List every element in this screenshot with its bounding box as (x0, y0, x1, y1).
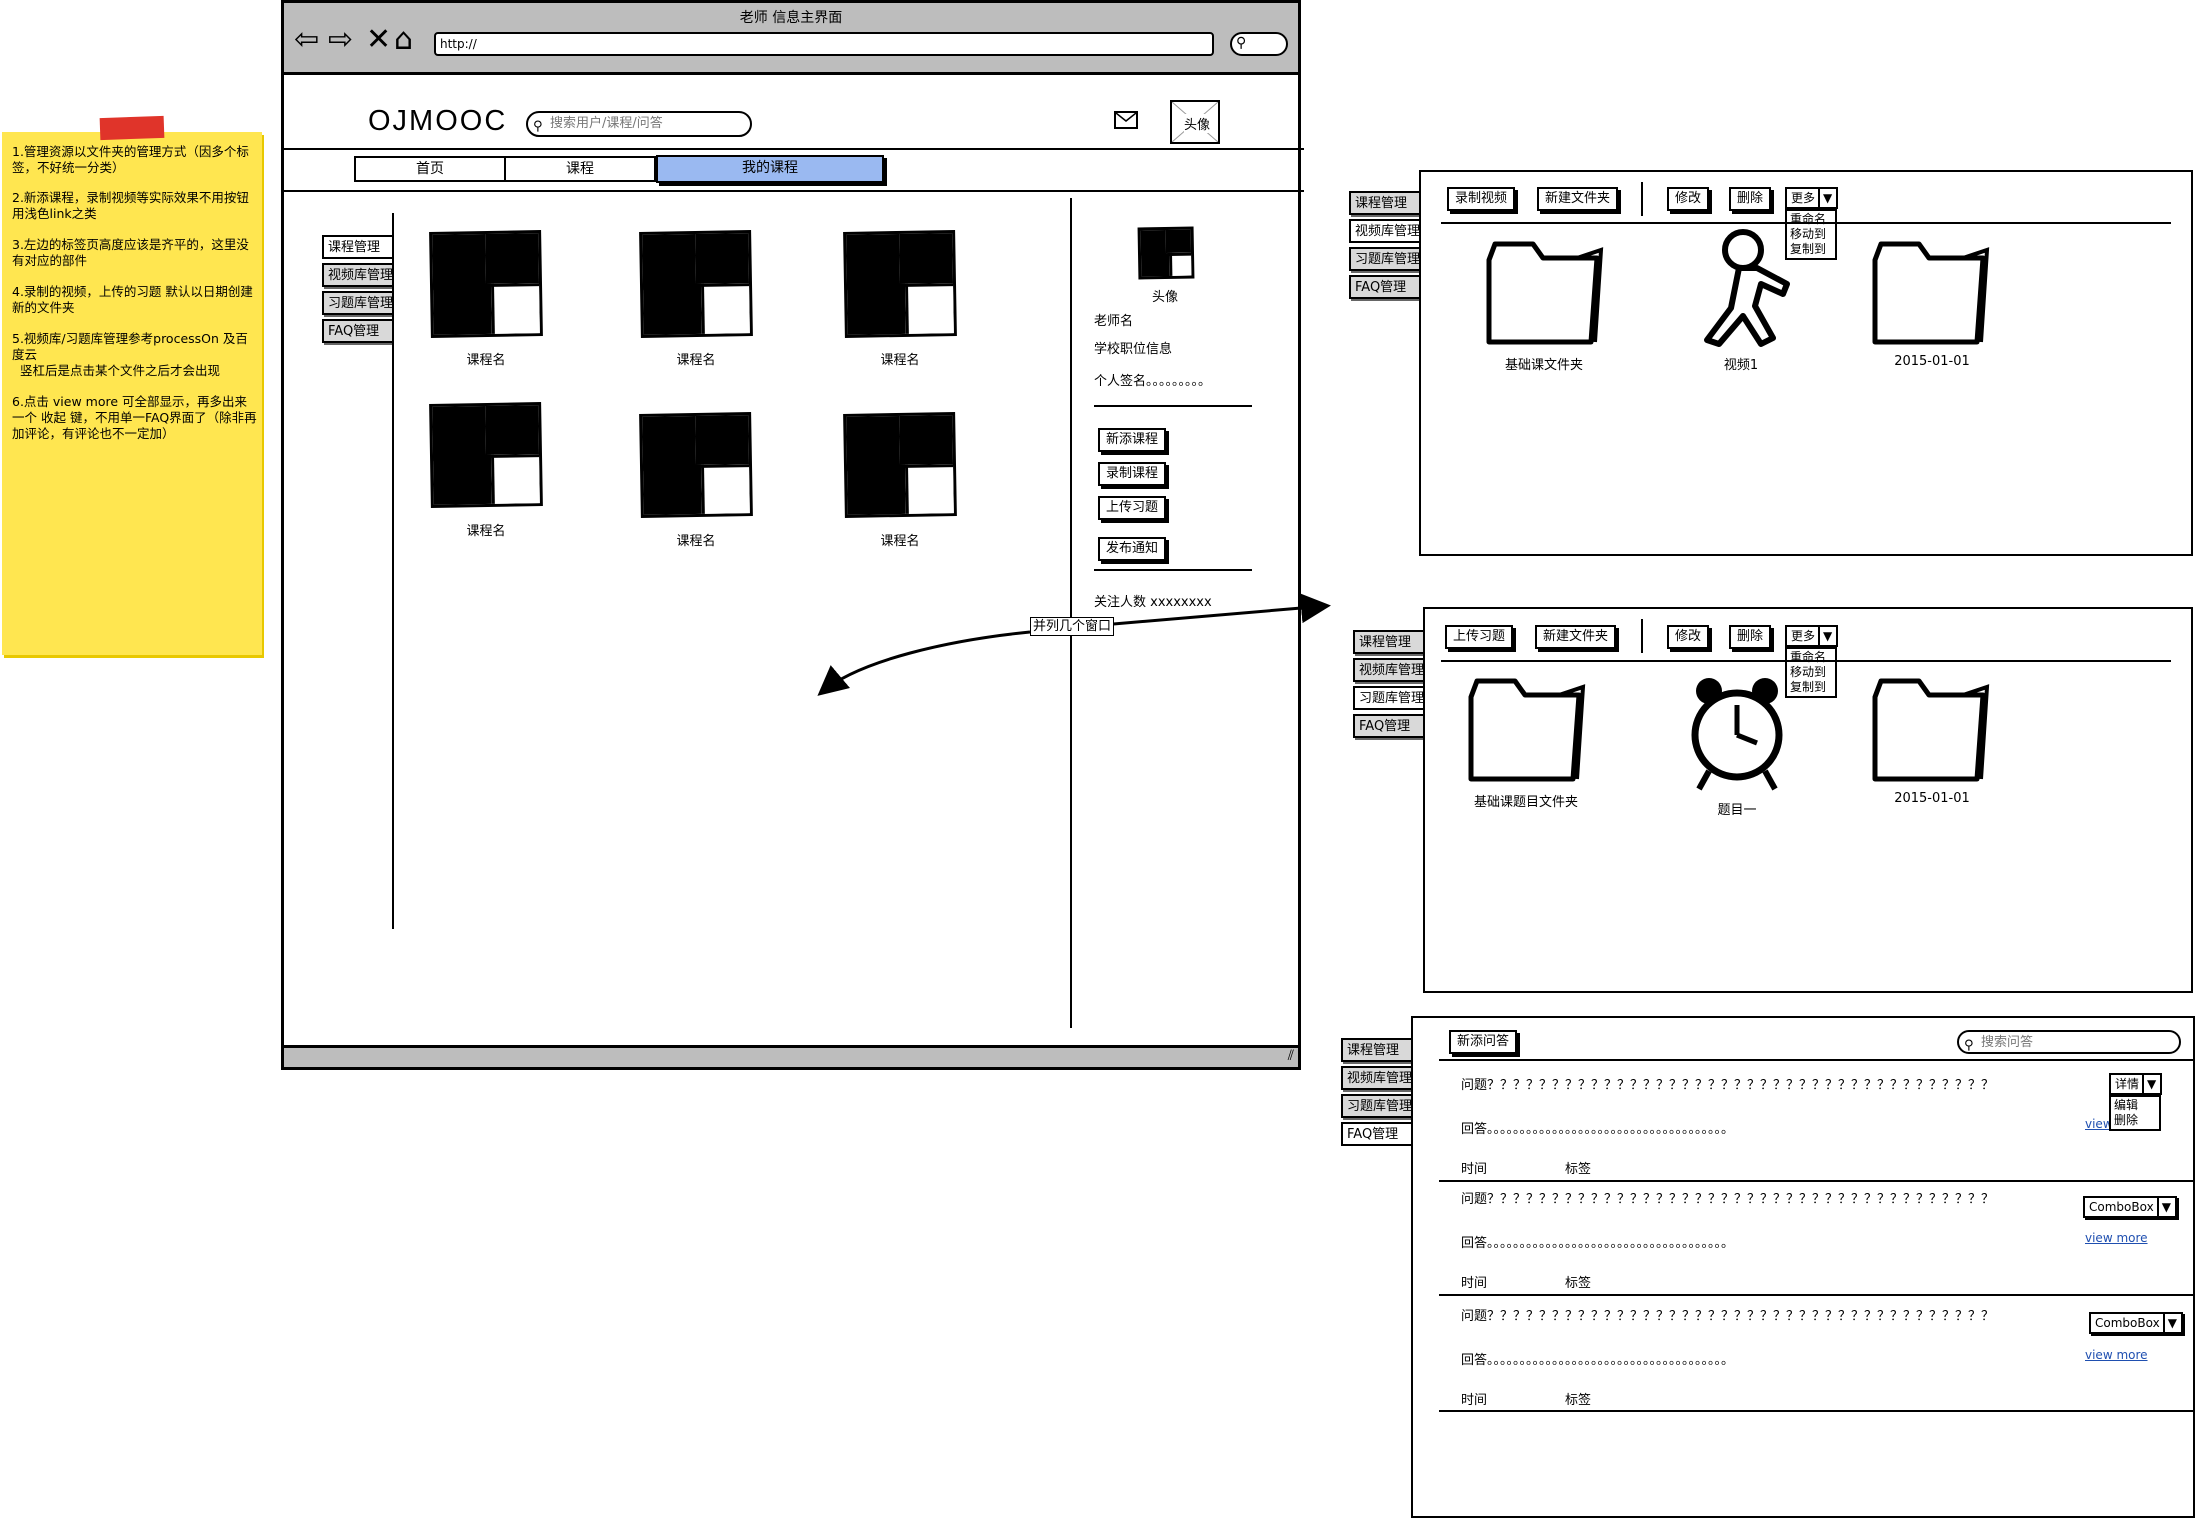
menu-rename[interactable]: 重命名 (1790, 212, 1832, 227)
delete-button[interactable]: 删除 (1729, 625, 1772, 649)
menu-delete[interactable]: 删除 (2114, 1113, 2156, 1128)
more-dropdown[interactable]: 更多 ▼ (1785, 625, 1839, 647)
faq-panel-tab-faq[interactable]: FAQ管理 (1341, 1122, 1413, 1146)
delete-button[interactable]: 删除 (1729, 187, 1772, 211)
edit-button[interactable]: 修改 (1667, 187, 1710, 211)
more-dropdown[interactable]: 更多 ▼ (1785, 187, 1839, 209)
faq-time: 时间 (1461, 1162, 1488, 1177)
faq-entry-divider (1439, 1180, 2195, 1182)
more-label: 更多 (1791, 629, 1816, 643)
item-label[interactable]: 2015-01-01 (1857, 791, 2007, 806)
faq-tag: 标签 (1565, 1276, 1592, 1291)
add-faq-button[interactable]: 新添问答 (1449, 1030, 1518, 1054)
edit-button[interactable]: 修改 (1667, 625, 1710, 649)
exercise-panel-tab-faq[interactable]: FAQ管理 (1353, 714, 1425, 738)
menu-copy-to[interactable]: 复制到 (1790, 680, 1832, 695)
folder-icon[interactable] (1867, 238, 1991, 346)
detail-dropdown[interactable]: 详情 ▼ (2109, 1073, 2163, 1095)
dropdown-arrow-icon: ▼ (2162, 1314, 2177, 1332)
faq-time: 时间 (1461, 1276, 1488, 1291)
video-panel-tab-exercise[interactable]: 习题库管理 (1349, 247, 1421, 271)
video-panel-tab-course[interactable]: 课程管理 (1349, 191, 1421, 215)
video-library-panel: 录制视频 新建文件夹 修改 删除 更多 ▼ 重命名 移动到 复制到 基础课文件夹 … (1419, 170, 2193, 556)
video-panel-tab-video[interactable]: 视频库管理 (1349, 219, 1421, 243)
arrow-label: 并列几个窗口 (1030, 617, 1115, 636)
faq-question: 问题？？？？？？？？？？？？？？？？？？？？？？？？？？？？？？？？？？？？？？… (1461, 1192, 1995, 1207)
more-label: 更多 (1791, 191, 1816, 205)
view-more-link[interactable]: view more (2085, 1348, 2148, 1362)
faq-panel: 新添问答 ⚲ 搜索问答 问题？？？？？？？？？？？？？？？？？？？？？？？？？？… (1411, 1016, 2195, 1518)
detail-label: 详情 (2115, 1077, 2140, 1091)
toolbar-underline (1441, 660, 2171, 662)
new-folder-button[interactable]: 新建文件夹 (1535, 625, 1617, 649)
menu-move-to[interactable]: 移动到 (1790, 227, 1832, 242)
item-label[interactable]: 基础课题目文件夹 (1451, 791, 1601, 810)
menu-copy-to[interactable]: 复制到 (1790, 242, 1832, 257)
menu-edit[interactable]: 编辑 (2114, 1098, 2156, 1113)
alarm-clock-icon[interactable] (1687, 673, 1787, 795)
folder-icon[interactable] (1481, 238, 1605, 346)
toolbar-underline (1441, 222, 2171, 224)
dropdown-arrow-icon: ▼ (2156, 1198, 2171, 1216)
combobox-label: ComboBox (2089, 1200, 2154, 1214)
item-label[interactable]: 题目一 (1677, 799, 1797, 818)
faq-search-input[interactable]: ⚲ 搜索问答 (1957, 1030, 2181, 1054)
menu-rename[interactable]: 重命名 (1790, 650, 1832, 665)
video-panel-tab-faq[interactable]: FAQ管理 (1349, 275, 1421, 299)
exercise-panel-tab-video[interactable]: 视频库管理 (1353, 658, 1425, 682)
item-label[interactable]: 基础课文件夹 (1469, 354, 1619, 373)
faq-tag: 标签 (1565, 1393, 1592, 1408)
combobox-label: ComboBox (2095, 1316, 2160, 1330)
dropdown-arrow-icon: ▼ (2142, 1075, 2156, 1093)
faq-entry-divider (1439, 1294, 2195, 1296)
exercise-panel-tab-course[interactable]: 课程管理 (1353, 630, 1425, 654)
combobox[interactable]: ComboBox ▼ (2089, 1312, 2183, 1334)
faq-entry-divider (1439, 1410, 2195, 1412)
dropdown-arrow-icon: ▼ (1818, 189, 1832, 207)
folder-icon[interactable] (1867, 675, 1991, 783)
faq-answer: 回答。。。。。。。。。。。。。。。。。。。。。。。。。。。。。。。。。。。。。 (1461, 1353, 1735, 1368)
search-icon: ⚲ (1964, 1038, 1974, 1053)
faq-question: 问题？？？？？？？？？？？？？？？？？？？？？？？？？？？？？？？？？？？？？？… (1461, 1309, 1995, 1324)
video-runner-icon[interactable] (1691, 228, 1791, 352)
item-label[interactable]: 视频1 (1681, 354, 1801, 373)
view-more-link[interactable]: view more (2085, 1231, 2148, 1245)
faq-search-placeholder: 搜索问答 (1981, 1035, 2034, 1050)
faq-header-divider (1439, 1059, 2195, 1061)
new-folder-button[interactable]: 新建文件夹 (1537, 187, 1619, 211)
exercise-panel-tab-exercise[interactable]: 习题库管理 (1353, 686, 1425, 710)
faq-tag: 标签 (1565, 1162, 1592, 1177)
faq-time: 时间 (1461, 1393, 1488, 1408)
more-menu: 重命名 移动到 复制到 (1785, 647, 1837, 698)
more-menu: 重命名 移动到 复制到 (1785, 209, 1837, 260)
dropdown-arrow-icon: ▼ (1818, 627, 1832, 645)
combobox[interactable]: ComboBox ▼ (2083, 1196, 2177, 1218)
folder-icon[interactable] (1463, 675, 1587, 783)
faq-question: 问题？？？？？？？？？？？？？？？？？？？？？？？？？？？？？？？？？？？？？？… (1461, 1078, 1995, 1093)
toolbar-divider (1641, 182, 1643, 216)
faq-panel-tab-video[interactable]: 视频库管理 (1341, 1066, 1413, 1090)
detail-menu: 编辑 删除 (2109, 1095, 2161, 1131)
upload-exercise-button[interactable]: 上传习题 (1445, 625, 1514, 649)
item-label[interactable]: 2015-01-01 (1857, 354, 2007, 369)
faq-answer: 回答。。。。。。。。。。。。。。。。。。。。。。。。。。。。。。。。。。。。。 (1461, 1122, 1735, 1137)
menu-move-to[interactable]: 移动到 (1790, 665, 1832, 680)
toolbar-divider (1641, 619, 1643, 653)
faq-panel-tab-exercise[interactable]: 习题库管理 (1341, 1094, 1413, 1118)
faq-answer: 回答。。。。。。。。。。。。。。。。。。。。。。。。。。。。。。。。。。。。。 (1461, 1236, 1735, 1251)
faq-panel-tab-course[interactable]: 课程管理 (1341, 1038, 1413, 1062)
exercise-library-panel: 上传习题 新建文件夹 修改 删除 更多 ▼ 重命名 移动到 复制到 基础课题目文件… (1423, 607, 2193, 993)
record-video-button[interactable]: 录制视频 (1447, 187, 1516, 211)
